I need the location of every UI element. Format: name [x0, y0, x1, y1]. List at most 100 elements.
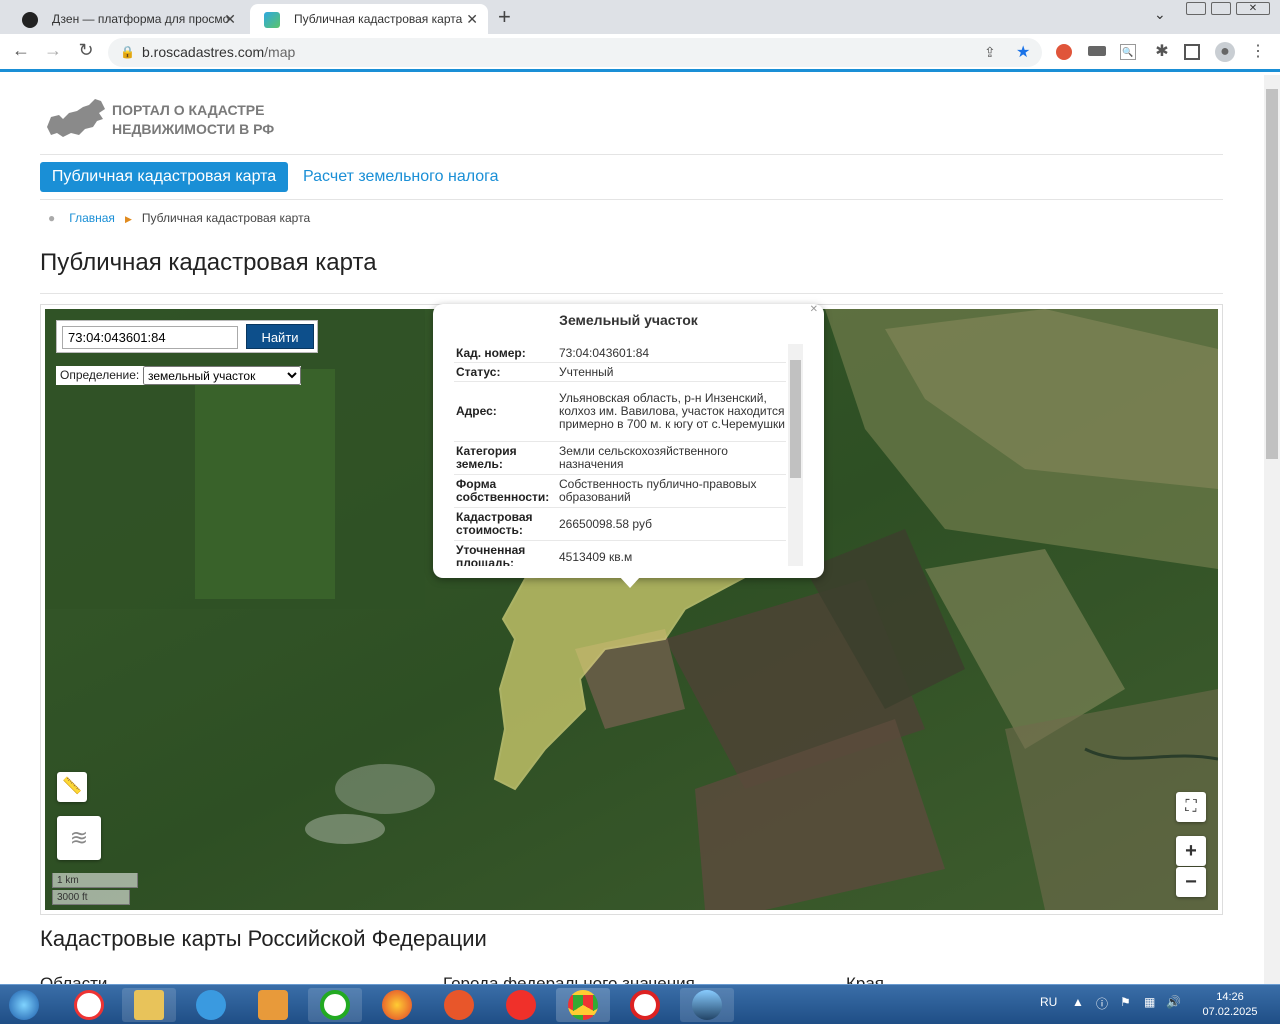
clock-date: 07.02.2025 — [1202, 1006, 1258, 1018]
puzzle-icon[interactable]: ✱ — [1152, 42, 1172, 62]
internet-explorer-icon[interactable] — [184, 988, 238, 1022]
share-icon[interactable]: ⇪ — [984, 38, 996, 67]
divider — [40, 154, 1223, 155]
logo-line-1: ПОРТАЛ О КАДАСТРЕ — [112, 102, 265, 118]
system-clock[interactable]: 14:26 07.02.2025 — [1198, 990, 1262, 1020]
back-icon[interactable]: ← — [8, 40, 34, 61]
page-scroll-thumb[interactable] — [1266, 89, 1278, 459]
tray-flag-icon[interactable]: ⚑ — [1120, 995, 1131, 1009]
clock-time: 14:26 — [1216, 991, 1244, 1003]
page-title: Публичная кадастровая карта — [40, 249, 377, 276]
popup-scroll-thumb[interactable] — [790, 360, 801, 478]
popup-row-status: Статус: Учтенный — [454, 363, 786, 382]
logo-line-2: НЕДВИЖИМОСТИ В РФ — [112, 121, 275, 137]
ruler-icon[interactable]: 📏 — [57, 772, 87, 802]
tray-volume-icon[interactable]: 🔊 — [1166, 995, 1181, 1009]
column-krai: Края — [846, 974, 885, 984]
nav-land-tax-calculation[interactable]: Расчет земельного налога — [303, 162, 499, 192]
address-bar-row: ← → ↻ 🔒 b.roscadastres.com/map ⇪ ★ 🔍 ✱ ●… — [0, 34, 1280, 72]
definition-row: Определение: земельный участок — [56, 366, 301, 385]
ccleaner-icon[interactable] — [618, 988, 672, 1022]
url-path: /map — [264, 44, 296, 60]
find-button[interactable]: Найти — [246, 324, 314, 349]
reload-icon[interactable]: ↻ — [73, 40, 99, 61]
tab-dzen[interactable]: Дзен — платформа для просмо ✕ — [8, 4, 246, 34]
popup-value: 4513409 кв.м — [559, 549, 633, 564]
breadcrumb-current: Публичная кадастровая карта — [141, 211, 311, 225]
popup-row-category: Категория земель: Земли сельскохозяйствен… — [454, 442, 786, 475]
extension-icon[interactable]: 🔍 — [1120, 44, 1136, 60]
nav-public-cadastral-map[interactable]: Публичная кадастровая карта — [40, 162, 288, 192]
column-regions: Области — [40, 974, 108, 984]
tab-search-icon[interactable]: ⌄ — [1154, 6, 1166, 23]
divider — [40, 199, 1223, 200]
page-scrollbar[interactable] — [1264, 75, 1280, 984]
popup-key: Статус: — [456, 364, 501, 379]
profile-avatar[interactable]: ● — [1215, 42, 1235, 62]
extension-icon[interactable] — [1056, 44, 1072, 60]
land-plot-popup: Земельный участок ✕ Кад. номер: 73:04:043… — [433, 304, 824, 588]
popup-row-address: Адрес: Ульяновская область, р-н Инзенский… — [454, 382, 786, 442]
tray-arrow-icon[interactable]: ▲ — [1072, 995, 1084, 1009]
cadastral-number-input[interactable] — [62, 326, 238, 349]
windows-taskbar: RU ▲ ⓘ ⚑ ▦ 🔊 14:26 07.02.2025 — [0, 984, 1280, 1024]
popup-key: Адрес: — [456, 404, 497, 418]
popup-close-icon[interactable]: ✕ — [810, 304, 818, 315]
forward-icon[interactable]: → — [40, 40, 66, 61]
breadcrumb-home-link[interactable]: Главная — [69, 211, 115, 225]
firefox-icon[interactable] — [370, 988, 424, 1022]
breadcrumb-arrow-icon: ▶ — [124, 214, 132, 224]
divider — [40, 293, 1223, 294]
yandex-browser-icon[interactable] — [62, 988, 116, 1022]
popup-scrollbar[interactable] — [788, 344, 803, 566]
tab-cadastral-map[interactable]: Публичная кадастровая карта ✕ — [250, 4, 488, 34]
menu-icon[interactable]: ⋮ — [1248, 42, 1268, 62]
tab-label: Публичная кадастровая карта — [294, 12, 463, 26]
new-tab-button[interactable]: + — [498, 4, 511, 30]
media-player-icon[interactable] — [246, 988, 300, 1022]
bookmark-star-icon[interactable]: ★ — [1016, 38, 1030, 67]
portal-logo-text[interactable]: ПОРТАЛ О КАДАСТРЕ НЕДВИЖИМОСТИ В РФ — [112, 101, 274, 139]
popup-key: Уточненная площадь: — [456, 543, 526, 567]
popup-key: Кад. номер: — [456, 345, 526, 360]
yandex-icon[interactable] — [494, 988, 548, 1022]
video-app-icon[interactable] — [432, 988, 486, 1022]
popup-key: Кадастровая стоимость: — [456, 510, 533, 537]
breadcrumb: ● Главная ▶ Публичная кадастровая карта — [48, 209, 310, 228]
fullscreen-icon[interactable]: ⛶ — [1176, 792, 1206, 822]
language-indicator[interactable]: RU — [1040, 995, 1057, 1009]
column-federal-cities: Города федерального значения — [443, 974, 695, 984]
popup-key: Категория земель: — [456, 444, 517, 471]
side-panel-icon[interactable] — [1184, 44, 1200, 60]
russia-map-logo-icon — [47, 99, 105, 137]
section-heading: Кадастровые карты Российской Федерации — [40, 926, 487, 951]
extension-icon[interactable] — [1088, 46, 1106, 56]
file-explorer-icon[interactable] — [122, 988, 176, 1022]
cadastral-search-box: Найти — [56, 320, 318, 353]
start-button[interactable] — [2, 988, 46, 1022]
close-icon[interactable]: ✕ — [224, 4, 236, 34]
scale-km: 1 km — [52, 873, 138, 888]
restore-button[interactable] — [1211, 2, 1231, 15]
popup-value: 26650098.58 руб — [559, 516, 652, 531]
tray-help-icon[interactable]: ⓘ — [1096, 995, 1108, 1012]
chrome-icon[interactable] — [556, 988, 610, 1022]
lock-icon: 🔒 — [120, 45, 135, 59]
popup-title: Земельный участок — [559, 312, 698, 328]
zoom-in-button[interactable]: + — [1176, 836, 1206, 866]
popup-pointer — [619, 576, 641, 588]
close-window-button[interactable]: ✕ — [1236, 2, 1270, 15]
layers-icon[interactable]: ≋ — [57, 816, 101, 860]
mail-agent-icon[interactable] — [308, 988, 362, 1022]
map-icon — [264, 12, 280, 28]
url-input[interactable]: 🔒 b.roscadastres.com/map ⇪ ★ — [108, 38, 1042, 67]
definition-select[interactable]: земельный участок — [143, 366, 301, 385]
minimize-button[interactable] — [1186, 2, 1206, 15]
tray-network-icon[interactable]: ▦ — [1144, 995, 1155, 1009]
app-icon[interactable] — [680, 988, 734, 1022]
close-icon[interactable]: ✕ — [466, 4, 478, 34]
popup-value: Собственность публично-правовых образова… — [559, 477, 757, 504]
popup-row-value: Кадастровая стоимость: 26650098.58 руб — [454, 508, 786, 541]
definition-label: Определение: — [60, 368, 140, 382]
zoom-out-button[interactable]: − — [1176, 867, 1206, 897]
